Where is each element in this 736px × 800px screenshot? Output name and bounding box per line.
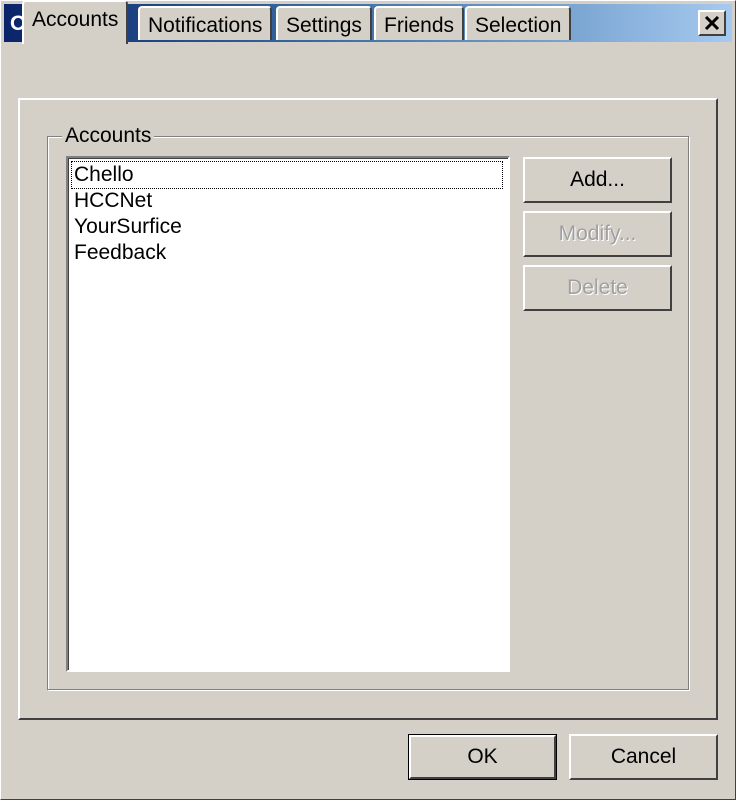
accounts-group-label: Accounts	[62, 124, 155, 148]
accounts-listbox[interactable]: Chello HCCNet YourSurfice Feedback	[66, 156, 510, 672]
list-item[interactable]: YourSurfice	[72, 214, 182, 240]
add-button[interactable]: Add...	[523, 157, 672, 203]
tab-notifications[interactable]: Notifications	[138, 6, 273, 40]
close-icon	[704, 16, 720, 30]
tab-selection[interactable]: Selection	[465, 6, 572, 40]
cancel-button[interactable]: Cancel	[569, 734, 718, 780]
tab-label: Accounts	[32, 8, 119, 31]
delete-button[interactable]: Delete	[523, 265, 672, 311]
tab-label: Notifications	[148, 14, 263, 37]
tab-friends[interactable]: Friends	[374, 6, 465, 40]
tab-accounts[interactable]: Accounts	[22, 0, 129, 44]
close-button[interactable]	[698, 10, 726, 36]
list-item[interactable]: Feedback	[72, 240, 166, 266]
tab-label: Friends	[384, 14, 455, 37]
cancel-button-label: Cancel	[610, 745, 677, 768]
list-item[interactable]: Chello	[71, 161, 503, 189]
ok-button[interactable]: OK	[408, 734, 557, 780]
add-button-label: Add...	[570, 168, 625, 191]
tab-label: Selection	[475, 14, 562, 37]
list-item[interactable]: HCCNet	[72, 188, 152, 214]
modify-button[interactable]: Modify...	[523, 211, 672, 257]
tab-settings[interactable]: Settings	[276, 6, 372, 40]
modify-button-label: Modify...	[558, 222, 637, 245]
tab-label: Settings	[286, 14, 362, 37]
delete-button-label: Delete	[567, 276, 628, 299]
ok-button-label: OK	[467, 745, 498, 768]
